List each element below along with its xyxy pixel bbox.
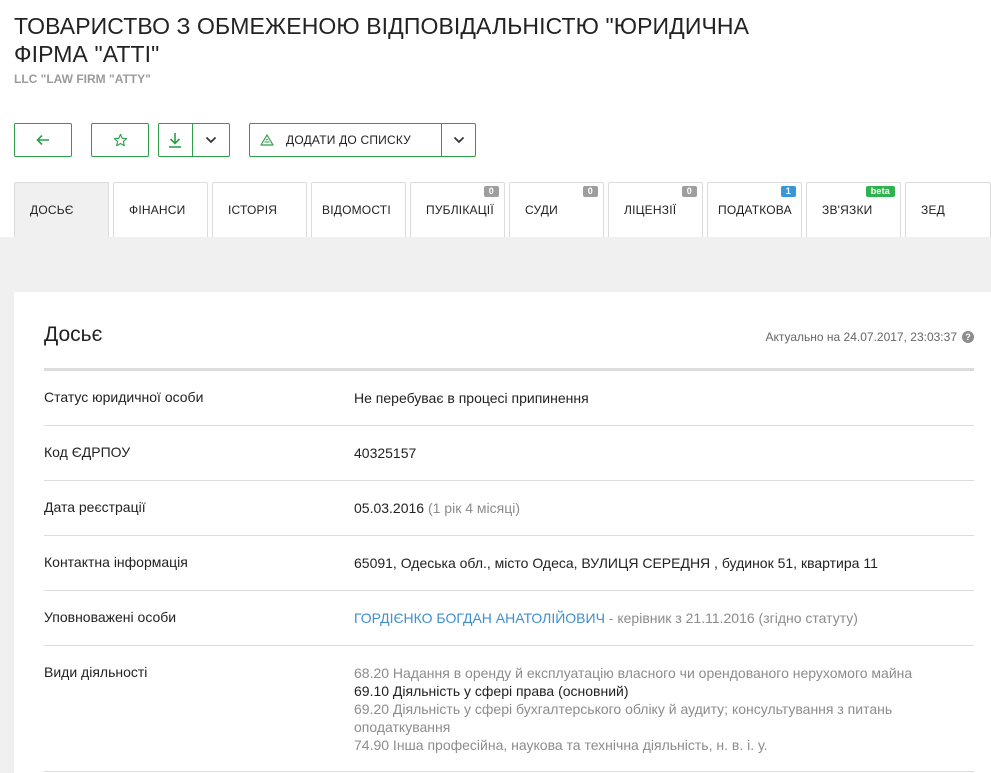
registration-age: (1 рік 4 місяці)	[427, 500, 521, 516]
tab-label: ЛІЦЕНЗІЇ	[624, 203, 677, 217]
tab-connections[interactable]: ЗВ'ЯЗКИ beta	[806, 182, 901, 237]
tab-records[interactable]: ВІДОМОСТІ	[311, 182, 406, 237]
tab-label: ЗЕД	[921, 203, 945, 217]
help-icon[interactable]: ?	[962, 331, 974, 343]
tab-label: ДОСЬЄ	[30, 203, 74, 217]
registration-date: 05.03.2016	[354, 500, 425, 516]
activities-list: 68.20 Надання в оренду й експлуатацію вл…	[354, 664, 954, 754]
add-to-list-label: ДОДАТИ ДО СПИСКУ	[286, 133, 412, 147]
download-button-group	[158, 123, 230, 157]
tab-label: ЗВ'ЯЗКИ	[822, 203, 873, 217]
download-button[interactable]	[159, 124, 193, 156]
activity-item: 74.90 Інша професійна, наукова та техніч…	[354, 737, 768, 753]
row-label: Код ЄДРПОУ	[44, 444, 131, 460]
tab-label: ПОДАТКОВА	[718, 203, 792, 217]
person-role: - керівник з 21.11.2016 (згідно статуту)	[608, 610, 858, 626]
favorite-button[interactable]	[91, 123, 149, 157]
arrow-left-icon	[36, 134, 49, 146]
tab-label: ФІНАНСИ	[129, 203, 186, 217]
table-row: Дата реєстрації 05.03.2016 (1 рік 4 міся…	[44, 481, 974, 536]
tab-label: СУДИ	[525, 203, 558, 217]
activity-item-primary: 69.10 Діяльність у сфері права (основний…	[354, 683, 629, 699]
contact-value: 65091, Одеська обл., місто Одеса, ВУЛИЦЯ…	[354, 555, 878, 571]
company-header: ТОВАРИСТВО З ОБМЕЖЕНОЮ ВІДПОВІДАЛЬНІСТЮ …	[14, 12, 774, 86]
tab-foreign-trade[interactable]: ЗЕД	[905, 182, 991, 237]
chevron-down-icon	[453, 136, 464, 144]
tab-finance[interactable]: ФІНАНСИ	[113, 182, 208, 237]
tab-label: ПУБЛІКАЦІЇ	[426, 203, 494, 217]
count-badge: 1	[780, 186, 796, 197]
download-icon	[169, 133, 182, 148]
chevron-down-icon	[205, 136, 216, 144]
count-badge: 0	[681, 186, 697, 197]
table-row: Види діяльності 68.20 Надання в оренду й…	[44, 646, 974, 772]
star-icon	[113, 133, 127, 146]
row-label: Дата реєстрації	[44, 499, 146, 515]
add-to-list-button-group: ДОДАТИ ДО СПИСКУ	[249, 123, 476, 157]
tab-label: ВІДОМОСТІ	[322, 203, 391, 217]
company-subtitle: LLC "LAW FIRM "ATTY"	[14, 72, 151, 86]
table-row: Уповноважені особи ГОРДІЄНКО БОГДАН АНАТ…	[44, 591, 974, 646]
tab-label: ІСТОРІЯ	[228, 203, 278, 217]
table-row: Код ЄДРПОУ 40325157	[44, 426, 974, 481]
row-label: Види діяльності	[44, 664, 148, 680]
tab-courts[interactable]: СУДИ 0	[509, 182, 604, 237]
tab-history[interactable]: ІСТОРІЯ	[212, 182, 307, 237]
tab-tax[interactable]: ПОДАТКОВА 1	[707, 182, 802, 237]
table-row: Статус юридичної особи Не перебуває в пр…	[44, 371, 974, 426]
add-to-list-button[interactable]: ДОДАТИ ДО СПИСКУ	[250, 124, 443, 156]
list-triangle-icon	[260, 134, 274, 146]
section-title: Досьє	[44, 323, 103, 346]
count-badge: 0	[483, 186, 499, 197]
dossier-table: Статус юридичної особи Не перебуває в пр…	[44, 371, 974, 772]
activity-item: 69.20 Діяльність у сфері бухгалтерського…	[354, 701, 893, 735]
company-title: ТОВАРИСТВО З ОБМЕЖЕНОЮ ВІДПОВІДАЛЬНІСТЮ …	[14, 13, 750, 67]
back-button[interactable]	[14, 123, 72, 157]
person-link[interactable]: ГОРДІЄНКО БОГДАН АНАТОЛІЙОВИЧ	[354, 610, 605, 626]
last-updated-text: Актуально на 24.07.2017, 23:03:37	[765, 330, 957, 344]
edrpou-value: 40325157	[354, 445, 417, 461]
beta-badge: beta	[865, 186, 895, 197]
download-options-button[interactable]	[193, 124, 229, 156]
row-label: Статус юридичної особи	[44, 389, 204, 405]
tab-bar: ДОСЬЄ ФІНАНСИ ІСТОРІЯ ВІДОМОСТІ ПУБЛІКАЦ…	[0, 182, 991, 237]
tab-licenses[interactable]: ЛІЦЕНЗІЇ 0	[608, 182, 703, 237]
authorized-value: ГОРДІЄНКО БОГДАН АНАТОЛІЙОВИЧ - керівник…	[354, 609, 858, 627]
dossier-card: Досьє Актуально на 24.07.2017, 23:03:37 …	[14, 292, 991, 773]
activity-item: 68.20 Надання в оренду й експлуатацію вл…	[354, 665, 913, 681]
count-badge: 0	[582, 186, 598, 197]
tab-publications[interactable]: ПУБЛІКАЦІЇ 0	[410, 182, 505, 237]
row-label: Контактна інформація	[44, 554, 188, 570]
registration-value: 05.03.2016 (1 рік 4 місяці)	[354, 499, 520, 517]
table-row: Контактна інформація 65091, Одеська обл.…	[44, 536, 974, 591]
add-to-list-options-button[interactable]	[442, 124, 475, 156]
last-updated: Актуально на 24.07.2017, 23:03:37 ?	[765, 330, 974, 344]
status-value: Не перебуває в процесі припинення	[354, 390, 589, 406]
row-label: Уповноважені особи	[44, 609, 177, 625]
tab-dossier[interactable]: ДОСЬЄ	[14, 182, 109, 237]
